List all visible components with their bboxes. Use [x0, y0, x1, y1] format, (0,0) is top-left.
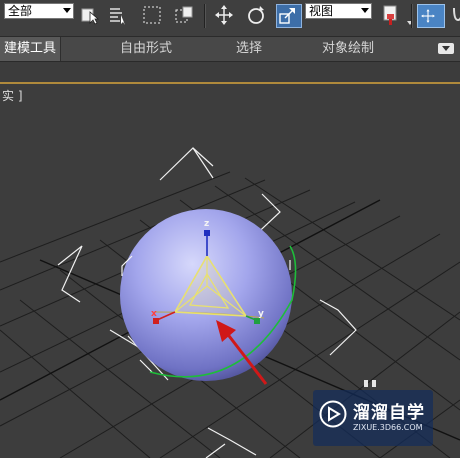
select-and-manipulate-icon[interactable] [417, 4, 445, 28]
tab-modeling-tools[interactable]: 建模工具 [0, 37, 62, 61]
tab-label: 选择 [236, 41, 263, 56]
y-axis-label: y [258, 309, 264, 319]
toolbar-separator [204, 4, 206, 28]
toolbar-separator [411, 4, 413, 28]
tab-label: 建模工具 [4, 41, 57, 56]
tab-freeform[interactable]: 自由形式 [120, 37, 172, 61]
app-window: 全部 视图 建模工具 自由形式 选择 对象绘制 z x y 实] 溜溜自学 Z… [0, 0, 460, 458]
watermark-title: 溜溜自学 [353, 403, 425, 423]
tab-label: 自由形式 [120, 41, 173, 56]
reference-coordinate-dropdown[interactable]: 视图 [305, 3, 372, 19]
chevron-down-icon [63, 8, 71, 13]
move-icon[interactable] [214, 4, 234, 26]
tab-object-paint[interactable]: 对象绘制 [322, 37, 374, 61]
watermark-logo-icon [319, 400, 347, 428]
reference-coordinate-value: 视图 [309, 4, 334, 18]
window-crossing-icon[interactable] [174, 4, 194, 26]
tab-selection[interactable]: 选择 [236, 37, 262, 61]
x-axis-label: x [151, 309, 157, 319]
tab-label: 对象绘制 [322, 41, 375, 56]
rectangular-selection-icon[interactable] [142, 4, 162, 26]
rotate-icon[interactable] [246, 4, 266, 26]
z-axis-label: z [204, 219, 209, 229]
pivot-center-icon[interactable] [380, 4, 400, 26]
chevron-down-icon [361, 8, 369, 13]
select-object-icon[interactable] [80, 4, 100, 26]
chevron-down-icon[interactable] [400, 4, 413, 26]
scale-icon[interactable] [276, 4, 302, 28]
viewport-label[interactable]: 实 ] [2, 87, 23, 104]
ribbon-tabs: 建模工具 自由形式 选择 对象绘制 [0, 37, 460, 62]
main-toolbar: 全部 视图 [0, 0, 460, 37]
watermark-url: ZIXUE.3D66.COM [353, 423, 423, 432]
z-axis-handle[interactable] [204, 230, 210, 236]
snaps-toggle-icon[interactable] [448, 4, 460, 26]
ribbon-panel-strip [0, 62, 460, 84]
selection-filter-value: 全部 [8, 4, 33, 18]
ribbon-minimize-icon[interactable] [438, 43, 454, 54]
watermark: 溜溜自学 ZIXUE.3D66.COM [313, 390, 433, 446]
select-by-name-icon[interactable] [108, 4, 128, 26]
selection-filter-dropdown[interactable]: 全部 [4, 3, 74, 19]
